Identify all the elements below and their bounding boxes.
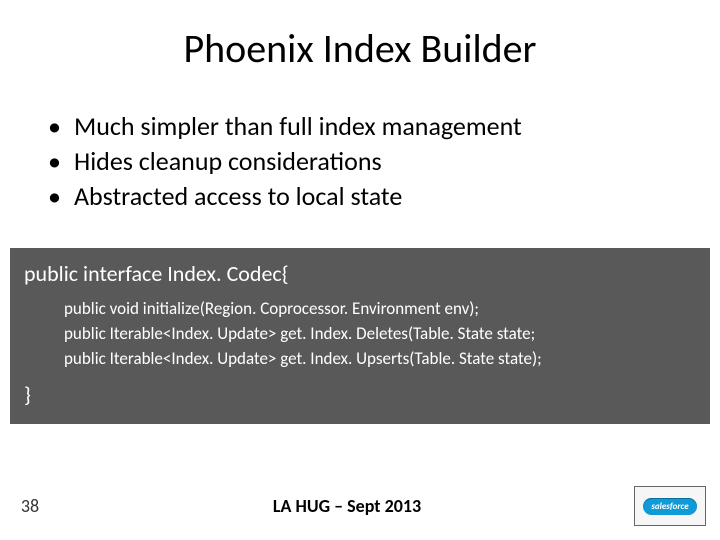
bullet-item: Hides cleanup considerations <box>48 144 720 179</box>
page-number: 38 <box>0 495 60 517</box>
code-block: public interface Index. Codec{ public vo… <box>10 248 710 424</box>
cloud-icon: salesforce <box>643 498 696 515</box>
salesforce-logo: salesforce <box>634 486 706 526</box>
bullet-list: Much simpler than full index management … <box>48 109 720 214</box>
code-body: public void initialize(Region. Coprocess… <box>24 287 696 381</box>
conference-label: LA HUG – Sept 2013 <box>60 495 634 517</box>
slide-title: Phoenix Index Builder <box>0 0 720 73</box>
code-line: public Iterable<Index. Update> get. Inde… <box>64 322 696 347</box>
code-interface-decl: public interface Index. Codec{ <box>24 260 696 287</box>
bullet-item: Abstracted access to local state <box>48 179 720 214</box>
code-line: public void initialize(Region. Coprocess… <box>64 297 696 322</box>
bullet-item: Much simpler than full index management <box>48 109 720 144</box>
footer: 38 LA HUG – Sept 2013 salesforce <box>0 486 720 526</box>
code-line: public Iterable<Index. Update> get. Inde… <box>64 347 696 372</box>
code-close-brace: } <box>24 381 696 408</box>
